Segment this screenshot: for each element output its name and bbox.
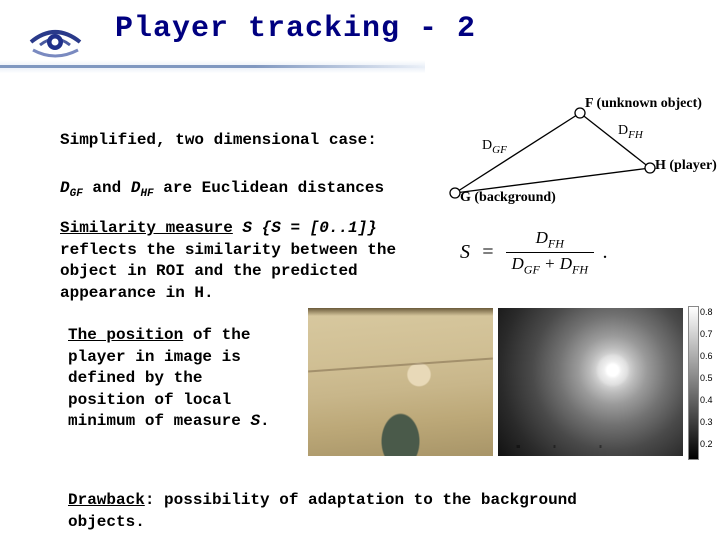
paragraph-position: The position of the player in image is d… [68,325,288,433]
text-and: and [83,179,131,197]
label-H: H (player) [655,158,717,174]
text-period: . [260,412,270,430]
label-DGF: DGF [482,138,507,156]
slide-title: Player tracking - 2 [115,12,476,46]
paragraph-drawback: Drawback: possibility of adaptation to t… [68,490,648,533]
heatmap-colorbar [688,306,699,460]
text-similarity-desc: reflects the similarity between the obje… [60,241,396,302]
sub-gf: GF [70,188,83,200]
similarity-heatmap [498,308,683,456]
paragraph-simplified: Simplified, two dimensional case: [60,130,440,152]
label-DFH: DFH [618,123,643,141]
text-euclidean: are Euclidean distances [154,179,384,197]
formula-fraction: DFH DGF + DFH [506,228,595,278]
var-D1: D [60,179,70,197]
label-F: F (unknown object) [585,96,702,112]
paragraph-similarity: Similarity measure S {S = [0..1]} reflec… [60,218,420,304]
label-position: The position [68,326,183,344]
var-D2: D [131,179,141,197]
sub-hf: HF [140,188,153,200]
player-photo [308,308,493,456]
similarity-formula: S = DFH DGF + DFH . [460,228,608,278]
text-drawback-desc: : possibility of adaptation to the backg… [68,491,577,531]
label-similarity: Similarity measure [60,219,233,237]
triangle-diagram: F (unknown object) H (player) G (backgro… [430,98,690,208]
var-S: S [250,412,260,430]
formula-period: . [603,241,608,264]
eye-logo [28,18,83,58]
label-G: G (background) [460,190,556,206]
formula-S: S [460,241,470,264]
title-underline [0,65,425,68]
title-underline-glow [0,60,425,78]
var-S-range: S {S = [0..1]} [233,219,377,237]
label-drawback: Drawback [68,491,145,509]
formula-eq: = [481,241,495,264]
paragraph-distances: DGF and DHF are Euclidean distances [60,178,440,202]
